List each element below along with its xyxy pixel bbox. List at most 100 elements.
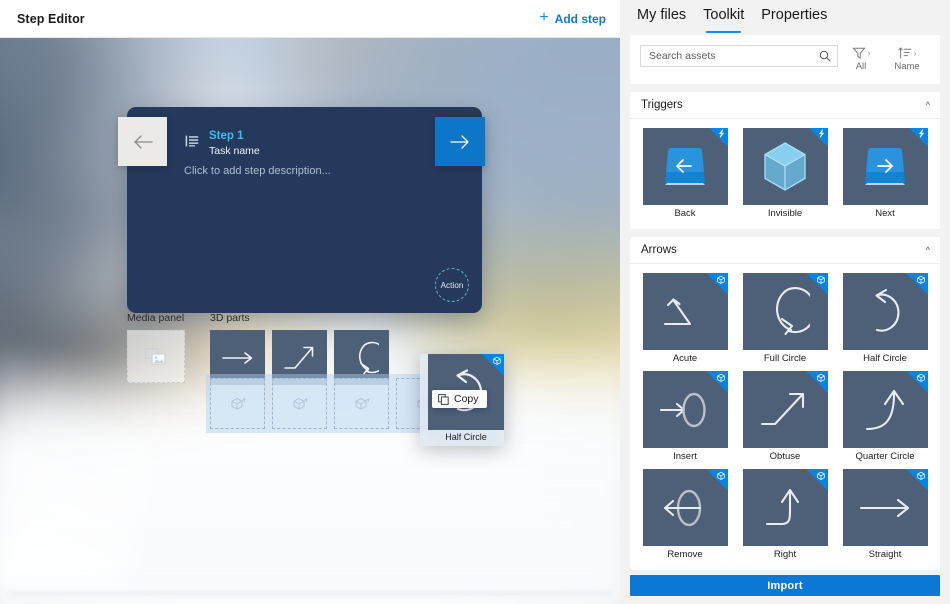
drop-slot[interactable] <box>272 378 327 429</box>
step-card-header: Step 1 Task name <box>185 129 260 159</box>
asset-label: Insert <box>673 451 697 462</box>
arrow-quarter-circle-icon <box>865 389 905 430</box>
media-panel-label: Media panel <box>127 312 185 324</box>
parts-panel-label: 3D parts <box>210 312 250 324</box>
cube-3d-icon <box>816 275 825 284</box>
media-panel-slot[interactable] <box>127 330 185 383</box>
trigger-invisible-icon <box>764 141 806 191</box>
import-button[interactable]: Import <box>630 575 940 596</box>
asset-arrow-straight[interactable]: Straight <box>842 469 928 560</box>
asset-arrow-obtuse[interactable]: Obtuse <box>742 371 828 462</box>
cube-3d-icon <box>816 471 825 480</box>
tab-my-files[interactable]: My files <box>637 7 686 32</box>
asset-label: Invisible <box>767 208 803 219</box>
asset-arrow-remove[interactable]: Remove <box>642 469 728 560</box>
cube-3d-icon <box>816 373 825 382</box>
asset-label: Next <box>875 208 895 219</box>
section-triggers-title: Triggers <box>641 99 683 111</box>
asset-label: Remove <box>667 549 703 560</box>
search-box[interactable] <box>640 45 838 67</box>
asset-arrow-acute[interactable]: Acute <box>642 273 728 364</box>
asset-trigger-invisible[interactable]: Invisible <box>742 128 828 219</box>
asset-label: Acute <box>672 353 698 364</box>
tab-properties[interactable]: Properties <box>761 7 827 32</box>
arrow-acute-icon <box>663 297 692 325</box>
filter-icon <box>851 47 866 59</box>
add-step-button[interactable]: + Add step <box>539 9 606 27</box>
section-arrows-grid: Acute Full Circle Half Circle Insert Obt… <box>630 264 940 570</box>
asset-label: Half Circle <box>863 353 907 364</box>
image-placeholder-icon <box>145 347 166 365</box>
asset-label: Straight <box>868 549 902 560</box>
sort-label: Name <box>894 61 920 72</box>
app-root: Step Editor + Add step Step 1 Task name … <box>0 0 950 604</box>
cube-drop-icon <box>293 397 307 410</box>
editor-header: Step Editor + Add step <box>0 0 620 38</box>
parts-drop-zone[interactable] <box>206 374 455 433</box>
step-card[interactable]: Step 1 Task name Click to add step descr… <box>118 107 485 313</box>
asset-thumb <box>642 469 728 546</box>
back-trigger-button[interactable] <box>118 117 167 166</box>
arrow-left-icon <box>133 134 153 149</box>
section-triggers: Triggers ^ Back Invisible Next <box>630 92 940 229</box>
chevron-up-icon[interactable]: ^ <box>926 245 930 255</box>
arrow-straight-icon <box>221 351 252 364</box>
cube-3d-icon <box>716 275 725 284</box>
asset-thumb <box>742 371 828 448</box>
sort-button[interactable]: › Name <box>884 45 930 72</box>
stage-bottom-edge <box>8 592 612 596</box>
trigger-next-icon <box>865 147 905 185</box>
section-arrows-title: Arrows <box>641 244 677 256</box>
lightning-icon <box>918 129 924 138</box>
toolkit-search-bar: › All › Name <box>630 35 940 84</box>
asset-arrow-insert[interactable]: Insert <box>642 371 728 462</box>
asset-trigger-back[interactable]: Back <box>642 128 728 219</box>
task-name: Task name <box>209 145 260 158</box>
asset-thumb <box>842 371 928 448</box>
cube-3d-icon <box>916 373 925 382</box>
asset-trigger-next[interactable]: Next <box>842 128 928 219</box>
asset-arrow-half-circle[interactable]: Half Circle <box>842 273 928 364</box>
drag-preview-half-circle[interactable]: Half Circle Copy <box>420 354 504 446</box>
step-description-input[interactable]: Click to add step description... <box>184 165 331 177</box>
drag-preview-caption: Half Circle <box>445 432 487 442</box>
asset-arrow-full-circle[interactable]: Full Circle <box>742 273 828 364</box>
section-arrows-header[interactable]: Arrows ^ <box>630 237 940 264</box>
action-button[interactable]: Action <box>435 268 469 302</box>
lightning-icon <box>718 129 724 138</box>
media-panel: Media panel <box>127 312 185 385</box>
tab-toolkit[interactable]: Toolkit <box>703 7 744 33</box>
sort-icon <box>898 47 912 59</box>
add-step-label: Add step <box>554 11 606 26</box>
arrow-right-turn-icon <box>765 488 800 525</box>
asset-thumb <box>742 128 828 205</box>
filter-button[interactable]: › All <box>838 45 884 72</box>
search-icon[interactable] <box>819 50 831 62</box>
copy-tooltip: Copy <box>432 390 487 408</box>
search-input[interactable] <box>649 50 819 62</box>
arrow-full-circle-icon <box>358 341 379 374</box>
asset-arrow-quarter-circle[interactable]: Quarter Circle <box>842 371 928 462</box>
cube-drop-icon <box>355 397 369 410</box>
next-trigger-button[interactable] <box>435 117 485 166</box>
drop-slot[interactable] <box>334 378 389 429</box>
sort-chevron: › <box>913 48 917 58</box>
section-triggers-grid: Back Invisible Next <box>630 119 940 229</box>
asset-thumb <box>642 273 728 350</box>
section-triggers-header[interactable]: Triggers ^ <box>630 92 940 119</box>
drop-slot[interactable] <box>210 378 265 429</box>
chevron-up-icon[interactable]: ^ <box>926 100 930 110</box>
asset-thumb <box>642 371 728 448</box>
cube-drop-icon <box>231 397 245 410</box>
asset-thumb <box>842 469 928 546</box>
arrow-obtuse-icon <box>283 346 313 369</box>
asset-thumb <box>742 469 828 546</box>
toolkit-pane: My files Toolkit Properties › All <box>620 0 950 604</box>
list-icon <box>185 135 199 147</box>
toolkit-tabs: My files Toolkit Properties <box>620 0 950 33</box>
page-title: Step Editor <box>17 11 85 26</box>
filter-chevron: › <box>867 48 871 58</box>
asset-arrow-right[interactable]: Right <box>742 469 828 560</box>
asset-thumb <box>842 273 928 350</box>
cube-3d-icon <box>716 471 725 480</box>
